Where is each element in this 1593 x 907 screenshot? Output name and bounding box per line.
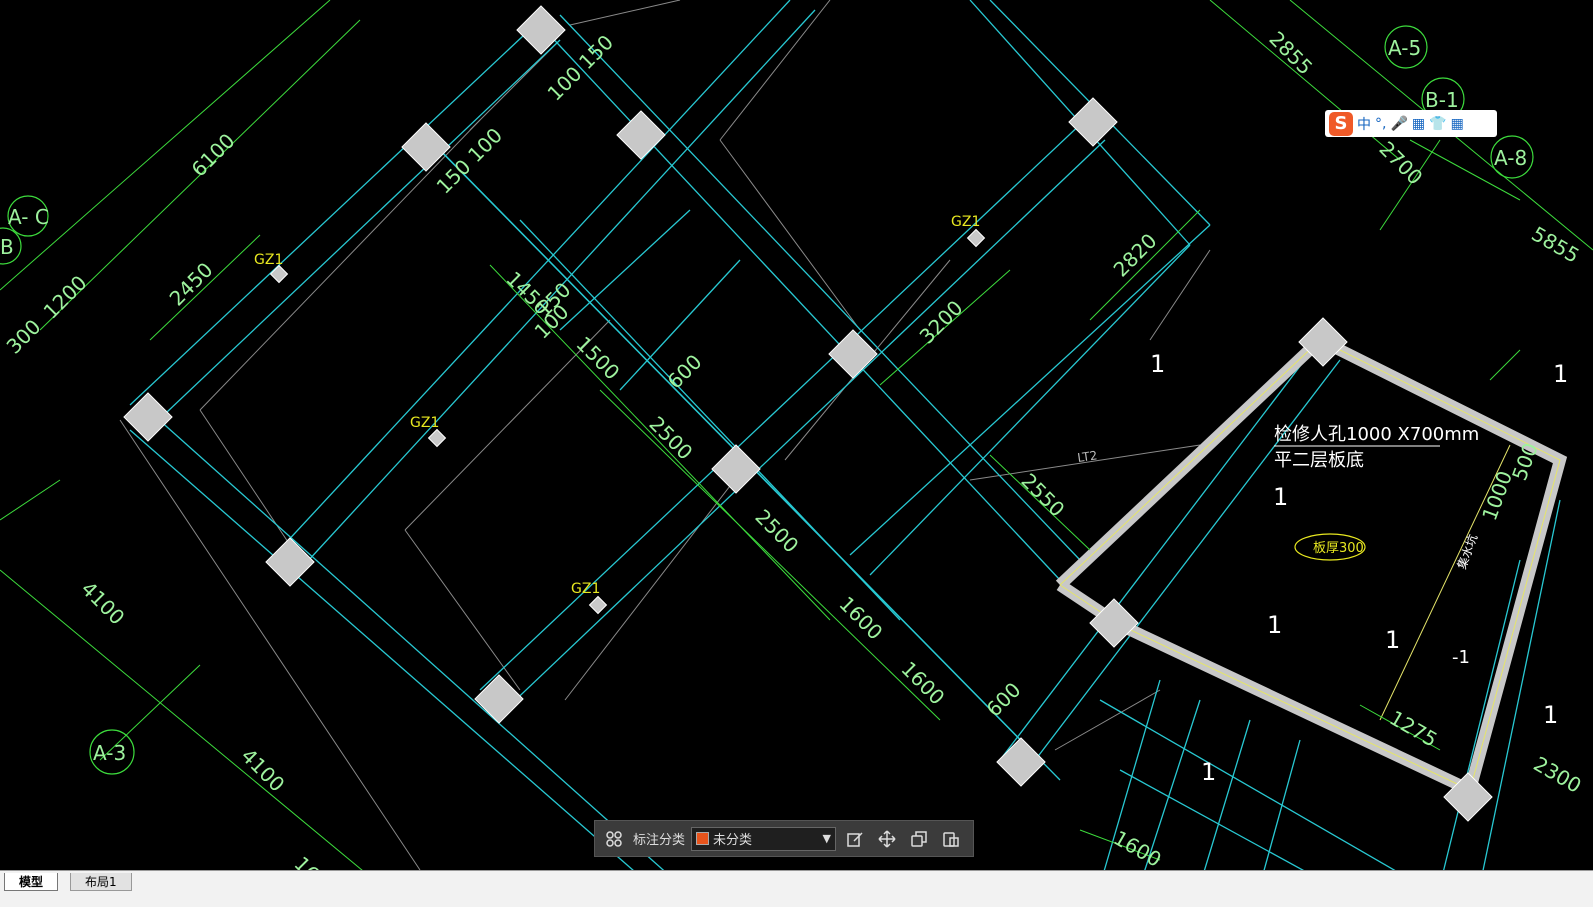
ime-punct-toggle[interactable]: °, xyxy=(1375,116,1386,132)
dim-text: 2550 xyxy=(1016,469,1069,522)
tab-layout1[interactable]: 布局1 xyxy=(70,873,132,891)
dim-text: 2450 xyxy=(165,258,218,311)
mark-neg1: -1 xyxy=(1452,647,1470,668)
mark-1: 1 xyxy=(1267,611,1282,639)
axis-label-a-8: A-8 xyxy=(1494,146,1527,170)
lt2-label: LT2 xyxy=(1076,448,1098,465)
chevron-down-icon[interactable]: ▼ xyxy=(823,832,831,845)
toolbox-grid-icon[interactable]: ▦ xyxy=(1451,116,1464,132)
dim-text: 1600 xyxy=(896,657,949,710)
paste-icon[interactable] xyxy=(938,826,964,852)
tab-model[interactable]: 模型 xyxy=(4,873,59,891)
annotation-toolbar: 标注分类 未分类 ▼ xyxy=(594,820,974,857)
sump-notes: 检修人孔1000 X700mm 平二层板底 板厚300 集水坑 1 1 1 1 … xyxy=(1150,350,1568,786)
dim-text: 2500 xyxy=(750,505,803,558)
ime-mode-toggle[interactable]: 中 xyxy=(1357,114,1371,134)
dim-text: 150 100 xyxy=(432,123,507,198)
dim-text: 6100 xyxy=(187,129,240,182)
dim-text: 600 xyxy=(982,678,1026,722)
sogou-logo-icon[interactable]: S xyxy=(1329,111,1353,136)
axis-label-a-5: A-5 xyxy=(1388,36,1421,60)
axis-label-a-3: A-3 xyxy=(93,741,126,765)
keyboard-icon[interactable]: ▦ xyxy=(1412,116,1425,132)
dim-text: 3200 xyxy=(915,296,968,349)
annotation-category-label: 标注分类 xyxy=(633,833,686,848)
category-selected-value: 未分类 xyxy=(713,833,753,848)
edit-icon[interactable] xyxy=(842,826,868,852)
dim-text: 1600 xyxy=(834,592,887,645)
copy-icon[interactable] xyxy=(906,826,932,852)
gz-label: GZ1 xyxy=(254,252,283,268)
dim-text: 2300 xyxy=(1530,752,1586,798)
gz-label: GZ1 xyxy=(951,214,980,230)
mark-1: 1 xyxy=(1201,758,1216,786)
axis-label-a-c: A- C xyxy=(8,205,49,229)
dim-text: 2500 xyxy=(644,412,697,465)
mark-1: 1 xyxy=(1150,350,1165,378)
slab-bottom-note: 平二层板底 xyxy=(1274,450,1364,471)
column-labels: GZ1 GZ1 GZ1 GZ1 LT2 xyxy=(254,214,1098,597)
gz-label: GZ1 xyxy=(410,415,439,431)
microphone-icon[interactable]: 🎤 xyxy=(1390,116,1407,132)
dim-text: 5855 xyxy=(1528,222,1584,268)
axis-label-b: B xyxy=(0,235,14,259)
dim-text: 300 xyxy=(2,315,46,359)
dim-text: 600 xyxy=(663,350,707,394)
dim-text: 1275 xyxy=(1386,706,1442,752)
mark-1: 1 xyxy=(1543,701,1558,729)
dim-text: 2820 xyxy=(1109,229,1162,282)
sump-note: 集水坑 xyxy=(1454,532,1480,571)
mark-1: 1 xyxy=(1553,360,1568,388)
dim-text: 1200 xyxy=(39,271,92,324)
layout-grid-icon[interactable] xyxy=(601,826,627,852)
thickness-note: 板厚300 xyxy=(1313,541,1364,556)
gz-label: GZ1 xyxy=(571,581,600,597)
sump-outline xyxy=(1055,332,1568,799)
mark-1: 1 xyxy=(1385,626,1400,654)
skin-shirt-icon[interactable]: 👕 xyxy=(1429,116,1446,132)
dim-text: 4100 xyxy=(76,577,129,630)
category-color-swatch xyxy=(696,832,710,845)
move-icon[interactable] xyxy=(874,826,900,852)
annotation-category-select[interactable]: 未分类 ▼ xyxy=(691,826,837,851)
layout-tab-bar: 模型 布局1 xyxy=(0,870,1593,907)
dim-text: 500 xyxy=(1507,440,1543,484)
axis-label-b-1: B-1 xyxy=(1425,88,1459,112)
manhole-note: 检修人孔1000 X700mm xyxy=(1274,424,1479,445)
ime-toolbar[interactable]: S 中 °, 🎤 ▦ 👕 ▦ xyxy=(1325,110,1497,137)
dim-text: 2700 xyxy=(1374,137,1427,190)
mark-1: 1 xyxy=(1273,483,1288,511)
